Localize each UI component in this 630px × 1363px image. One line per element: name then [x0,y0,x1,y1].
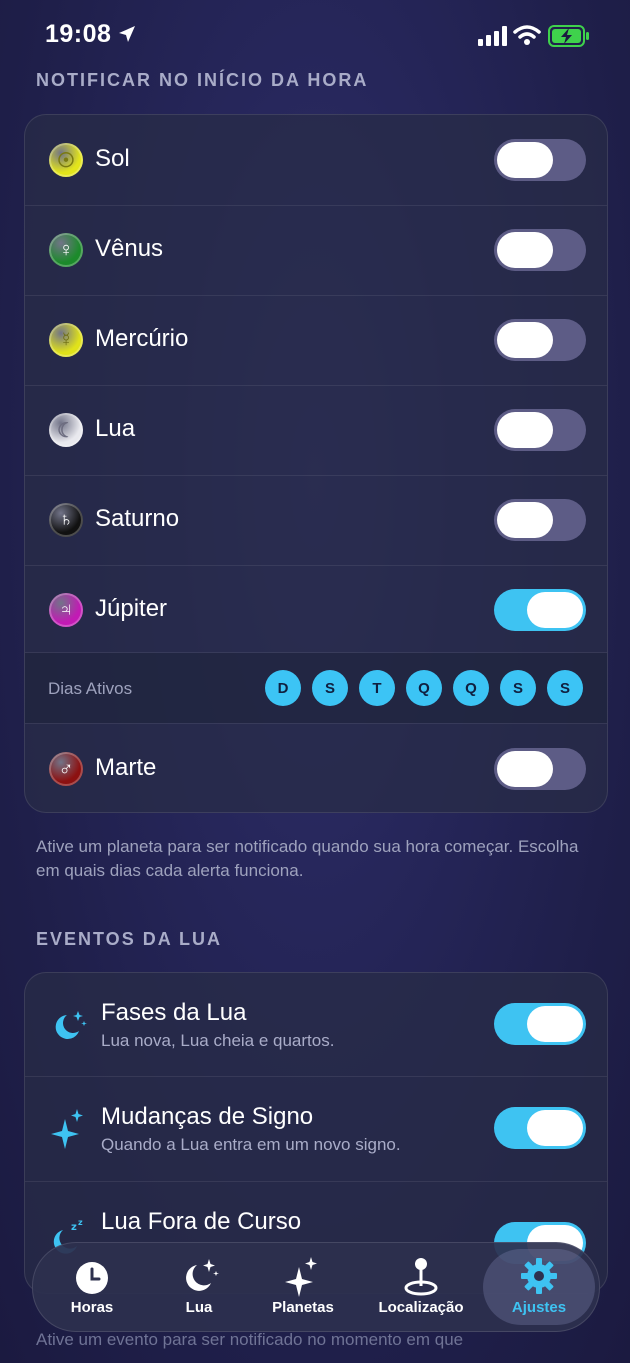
planet-label: Mercúrio [95,325,189,352]
moon-stars-icon [186,1259,219,1291]
toggle-vênus[interactable] [494,229,586,271]
tab-horas[interactable]: Horas [33,1243,151,1331]
planet-row-marte: ♂ Marte [25,724,607,812]
location-arrow-icon [119,26,135,42]
day-toggle-2[interactable]: T [359,670,395,706]
toggle-saturno[interactable] [494,499,586,541]
event-title: Mudanças de Signo [101,1103,314,1130]
active-days-row: Dias Ativos DSTQQSS [25,653,607,723]
event-row-signo: Mudanças de Signo Quando a Lua entra em … [25,1077,607,1181]
toggle-knob [497,751,553,787]
jupiter-icon: ♃ [49,593,83,627]
tab-planetas[interactable]: Planetas [247,1243,359,1331]
status-bar: 19:08 [0,0,630,70]
toggle-mudancas-de-signo[interactable] [494,1107,586,1149]
moon-footnote: Ative um evento para ser notificado no m… [36,1330,464,1349]
event-subtitle: Quando a Lua entra em um novo signo. [101,1135,401,1154]
event-title: Lua Fora de Curso [101,1208,302,1235]
tab-label: Lua [185,1299,213,1316]
planet-label: Sol [95,145,130,172]
tab-lua[interactable]: Lua [151,1243,247,1331]
toggle-júpiter[interactable] [494,589,586,631]
toggle-fases-da-lua[interactable] [494,1003,586,1045]
tab-label: Ajustes [511,1299,567,1316]
saturn-icon: ♄ [49,503,83,537]
day-toggle-6[interactable]: S [547,670,583,706]
tab-bar: Horas Lua Planetas Localização Ajustes [32,1242,600,1332]
tab-label: Planetas [272,1299,334,1316]
mercury-icon: ☿ [49,323,83,357]
planet-row-mercúrio: ☿ Mercúrio [25,295,607,385]
section-title-hours: NOTIFICAR NO INÍCIO DA HORA [36,70,369,90]
toggle-mercúrio[interactable] [494,319,586,361]
active-days-label: Dias Ativos [48,679,133,698]
sparkles-icon [285,1257,317,1297]
day-toggle-3[interactable]: Q [406,670,442,706]
event-title: Fases da Lua [101,999,247,1026]
sparkles-icon [51,1109,83,1149]
toggle-knob [527,592,583,628]
day-toggle-0[interactable]: D [265,670,301,706]
day-toggle-5[interactable]: S [500,670,536,706]
toggle-knob [497,232,553,268]
toggle-lua[interactable] [494,409,586,451]
section-title-moon: EVENTOS DA LUA [36,929,223,949]
event-row-fases: Fases da Lua Lua nova, Lua cheia e quart… [25,973,607,1076]
svg-text:z: z [71,1222,77,1233]
tab-ajustes[interactable]: Ajustes [483,1243,595,1331]
hours-footnote: Ative um planeta para ser notificado qua… [36,837,579,880]
gear-icon [521,1258,557,1294]
toggle-knob [527,1006,583,1042]
planets-card: ☉ Sol ♀ Vênus ☿ Mercúrio ☾ Lua ♄ Saturno ♃ Júpiter … [24,114,608,813]
toggle-sol[interactable] [494,139,586,181]
toggle-knob [497,502,553,538]
planet-row-júpiter: ♃ Júpiter [25,565,607,655]
svg-text:z: z [78,1218,83,1227]
battery-charging-icon [548,25,589,47]
planet-row-lua: ☾ Lua [25,385,607,475]
event-subtitle: Lua nova, Lua cheia e quartos. [101,1031,335,1050]
planet-label: Lua [95,415,136,442]
toggle-knob [497,412,553,448]
venus-icon: ♀ [49,233,83,267]
planet-row-sol: ☉ Sol [25,115,607,205]
tab-label: Horas [70,1299,114,1316]
planet-label: Vênus [95,235,164,262]
tab-localizacao[interactable]: Localização [359,1243,483,1331]
wifi-icon [513,25,541,45]
planet-row-vênus: ♀ Vênus [25,205,607,295]
location-pin-icon [404,1258,438,1296]
planet-label: Júpiter [95,595,168,622]
day-toggle-1[interactable]: S [312,670,348,706]
status-time: 19:08 [45,20,112,48]
day-toggle-4[interactable]: Q [453,670,489,706]
clock-icon [76,1262,108,1294]
toggle-marte[interactable] [494,748,586,790]
cellular-signal-icon [478,26,507,46]
moon-stars-icon [55,1011,87,1039]
planet-row-saturno: ♄ Saturno [25,475,607,565]
planet-label: Marte [95,754,157,781]
toggle-knob [497,142,553,178]
planet-label: Saturno [95,505,180,532]
toggle-knob [497,322,553,358]
tab-label: Localização [378,1299,464,1316]
toggle-knob [527,1110,583,1146]
sun-icon: ☉ [49,143,83,177]
moon-icon: ☾ [49,413,83,447]
mars-icon: ♂ [49,752,83,786]
